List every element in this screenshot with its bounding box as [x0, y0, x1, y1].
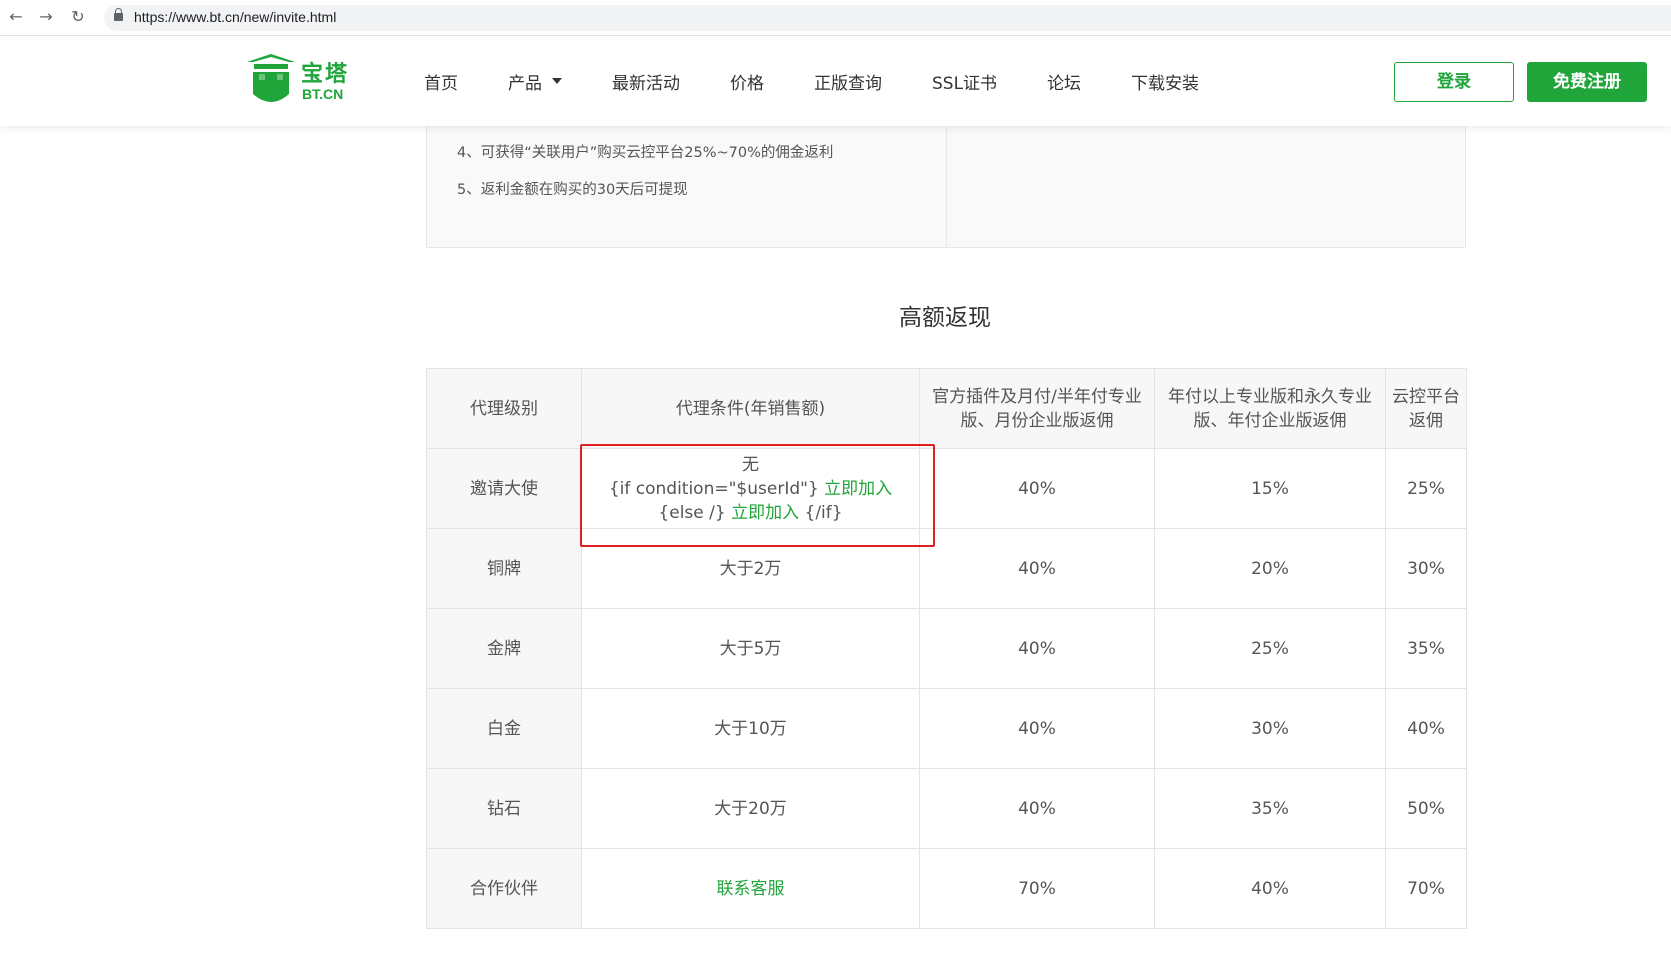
site-logo[interactable]: 宝塔 BT.CN: [245, 52, 355, 110]
template-text: {else /}: [658, 502, 732, 523]
level-cell: 邀请大使: [426, 448, 582, 529]
lock-icon: [114, 8, 123, 21]
table-row: 邀请大使 无 {if condition="$userId"} 立即加入 {el…: [426, 448, 1467, 529]
condition-cell: 大于2万: [581, 528, 920, 609]
table-row: 白金 大于10万 40% 30% 40%: [426, 688, 1467, 769]
header-annual-rebate: 年付以上专业版和永久专业版、年付企业版返佣: [1154, 368, 1386, 449]
rate-cell: 30%: [1154, 688, 1386, 769]
nav-products-label: 产品: [508, 73, 542, 94]
template-text: {if condition="$userId"}: [608, 478, 825, 499]
rate-cell: 25%: [1385, 448, 1467, 529]
address-bar[interactable]: https://www.bt.cn/new/invite.html: [104, 5, 1671, 31]
table-row: 合作伙伴 联系客服 70% 40% 70%: [426, 848, 1467, 929]
rate-cell: 15%: [1154, 448, 1386, 529]
logo-text-english: BT.CN: [302, 86, 344, 102]
rate-cell: 30%: [1385, 528, 1467, 609]
condition-cell: 大于10万: [581, 688, 920, 769]
condition-cell: 大于5万: [581, 608, 920, 689]
nav-download[interactable]: 下载安装: [1131, 69, 1199, 94]
header-plugin-rebate: 官方插件及月付/半年付专业版、月份企业版返佣: [919, 368, 1155, 449]
condition-text: 无: [742, 454, 759, 475]
condition-cell: 联系客服: [581, 848, 920, 929]
logo-text-chinese: 宝塔: [301, 62, 350, 87]
condition-cell: 大于20万: [581, 768, 920, 849]
rate-cell: 40%: [1385, 688, 1467, 769]
forward-arrow-icon[interactable]: →: [36, 7, 56, 27]
main-nav: 首页 产品 最新活动 价格 正版查询 SSL证书 论坛 下载安装: [424, 36, 1249, 126]
rate-cell: 20%: [1154, 528, 1386, 609]
condition-cell: 无 {if condition="$userId"} 立即加入 {else /}…: [581, 448, 920, 529]
rate-cell: 35%: [1385, 608, 1467, 689]
rate-cell: 40%: [1154, 848, 1386, 929]
commission-table: 代理级别 代理条件(年销售额) 官方插件及月付/半年付专业版、月份企业版返佣 年…: [426, 368, 1467, 929]
nav-products[interactable]: 产品: [508, 69, 562, 94]
login-button[interactable]: 登录: [1394, 62, 1514, 102]
rate-cell: 50%: [1385, 768, 1467, 849]
rate-cell: 35%: [1154, 768, 1386, 849]
site-header: 宝塔 BT.CN 首页 产品 最新活动 价格 正版查询 SSL证书 论坛 下载安…: [0, 36, 1671, 126]
rule-item: 5、返利金额在购买的30天后可提现: [457, 182, 688, 198]
nav-genuine-check[interactable]: 正版查询: [814, 69, 882, 94]
rate-cell: 40%: [919, 528, 1155, 609]
header-level: 代理级别: [426, 368, 582, 449]
join-now-link[interactable]: 立即加入: [824, 479, 892, 499]
rate-cell: 40%: [919, 688, 1155, 769]
contact-support-link[interactable]: 联系客服: [717, 879, 785, 899]
nav-latest-events[interactable]: 最新活动: [612, 69, 680, 94]
rate-cell: 70%: [1385, 848, 1467, 929]
rule-item: 4、可获得“关联用户”购买云控平台25%~70%的佣金返利: [457, 145, 834, 161]
rate-cell: 40%: [919, 608, 1155, 689]
browser-toolbar: ← → ↻ https://www.bt.cn/new/invite.html: [0, 0, 1671, 36]
nav-home[interactable]: 首页: [424, 69, 458, 94]
table-row: 钻石 大于20万 40% 35% 50%: [426, 768, 1467, 849]
nav-pricing[interactable]: 价格: [730, 69, 764, 94]
table-row: 铜牌 大于2万 40% 20% 30%: [426, 528, 1467, 609]
level-cell: 金牌: [426, 608, 582, 689]
level-cell: 铜牌: [426, 528, 582, 609]
header-cloud-rebate: 云控平台返佣: [1385, 368, 1467, 449]
table-row: 金牌 大于5万 40% 25% 35%: [426, 608, 1467, 689]
table-header-row: 代理级别 代理条件(年销售额) 官方插件及月付/半年付专业版、月份企业版返佣 年…: [426, 368, 1467, 449]
level-cell: 白金: [426, 688, 582, 769]
caret-down-icon: [552, 78, 562, 84]
header-condition: 代理条件(年销售额): [581, 368, 920, 449]
register-button[interactable]: 免费注册: [1527, 62, 1647, 102]
url-text: https://www.bt.cn/new/invite.html: [134, 9, 337, 25]
pagoda-logo-icon: [247, 54, 295, 102]
nav-forum[interactable]: 论坛: [1047, 69, 1081, 94]
rate-cell: 25%: [1154, 608, 1386, 689]
back-arrow-icon[interactable]: ←: [6, 7, 26, 27]
template-text: {/if}: [799, 502, 843, 523]
level-cell: 钻石: [426, 768, 582, 849]
nav-ssl[interactable]: SSL证书: [932, 69, 997, 94]
reload-icon[interactable]: ↻: [68, 7, 88, 27]
condition-template: {if condition="$userId"} 立即加入 {else /} 立…: [586, 477, 915, 525]
rate-cell: 40%: [919, 448, 1155, 529]
join-now-link[interactable]: 立即加入: [731, 503, 799, 523]
rate-cell: 40%: [919, 768, 1155, 849]
level-cell: 合作伙伴: [426, 848, 582, 929]
rate-cell: 70%: [919, 848, 1155, 929]
section-title: 高额返现: [899, 305, 991, 331]
